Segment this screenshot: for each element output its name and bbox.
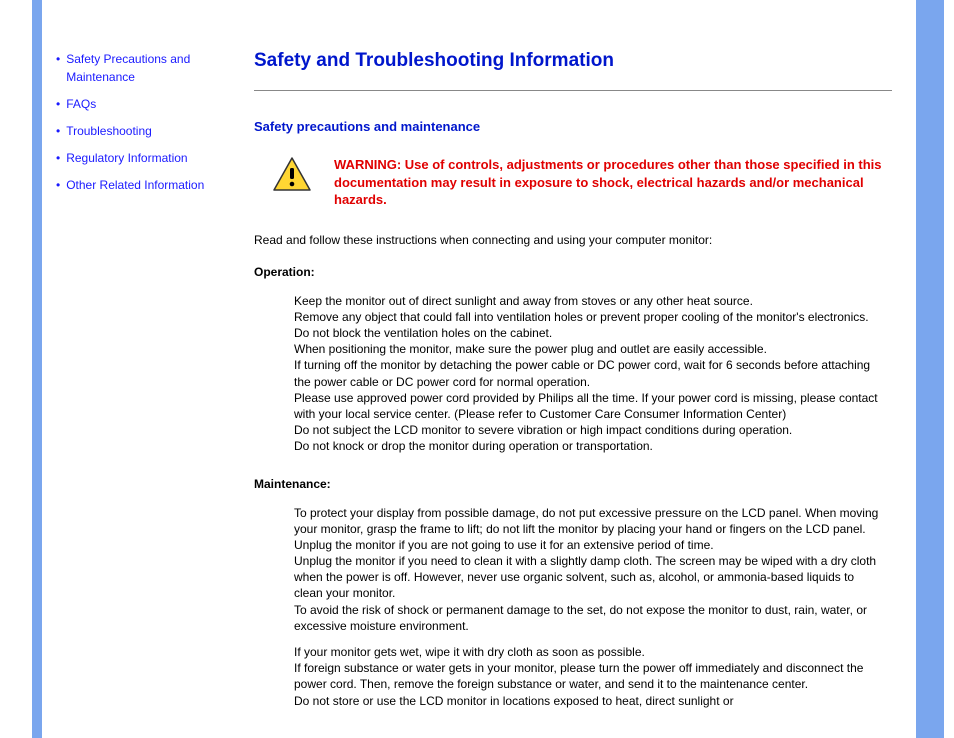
op-line: Keep the monitor out of direct sunlight … <box>294 293 882 309</box>
bullet-icon: • <box>56 50 60 68</box>
maintenance-heading: Maintenance: <box>254 477 892 491</box>
mt-line: If foreign substance or water gets in yo… <box>294 660 882 692</box>
nav-item-other[interactable]: • Other Related Information <box>56 176 246 194</box>
warning-text: WARNING: Use of controls, adjustments or… <box>334 156 892 209</box>
sidebar-nav: • Safety Precautions and Maintenance • F… <box>42 0 254 738</box>
op-line: Do not subject the LCD monitor to severe… <box>294 422 882 438</box>
section-heading: Safety precautions and maintenance <box>254 119 892 134</box>
mt-line: To protect your display from possible da… <box>294 505 882 537</box>
page-title: Safety and Troubleshooting Information <box>254 50 892 72</box>
bullet-icon: • <box>56 95 60 113</box>
bullet-icon: • <box>56 122 60 140</box>
op-line: When positioning the monitor, make sure … <box>294 341 882 357</box>
op-line: If turning off the monitor by detaching … <box>294 357 882 389</box>
maintenance-block-2: If your monitor gets wet, wipe it with d… <box>294 644 882 709</box>
mt-line: Unplug the monitor if you need to clean … <box>294 553 882 602</box>
nav-link[interactable]: Troubleshooting <box>66 122 152 140</box>
op-line: Remove any object that could fall into v… <box>294 309 882 325</box>
bullet-icon: • <box>56 176 60 194</box>
main-content: Safety and Troubleshooting Information S… <box>254 0 912 738</box>
bullet-icon: • <box>56 149 60 167</box>
nav-item-faqs[interactable]: • FAQs <box>56 95 246 113</box>
nav-item-troubleshooting[interactable]: • Troubleshooting <box>56 122 246 140</box>
operation-block: Keep the monitor out of direct sunlight … <box>294 293 882 455</box>
op-line: Do not knock or drop the monitor during … <box>294 438 882 454</box>
operation-heading: Operation: <box>254 265 892 279</box>
maintenance-block: To protect your display from possible da… <box>294 505 882 635</box>
nav-link[interactable]: FAQs <box>66 95 96 113</box>
mt-line: Do not store or use the LCD monitor in l… <box>294 693 882 709</box>
warning-icon <box>272 156 312 195</box>
intro-text: Read and follow these instructions when … <box>254 231 892 249</box>
mt-line: If your monitor gets wet, wipe it with d… <box>294 644 882 660</box>
nav-item-regulatory[interactable]: • Regulatory Information <box>56 149 246 167</box>
op-line: Please use approved power cord provided … <box>294 390 882 422</box>
nav-link[interactable]: Other Related Information <box>66 176 204 194</box>
decor-bar-left <box>32 0 42 738</box>
nav-link[interactable]: Safety Precautions and Maintenance <box>66 50 246 86</box>
op-line: Do not block the ventilation holes on th… <box>294 325 882 341</box>
nav-item-safety[interactable]: • Safety Precautions and Maintenance <box>56 50 246 86</box>
decor-bar-right <box>916 0 944 738</box>
mt-line: Unplug the monitor if you are not going … <box>294 537 882 553</box>
mt-line: To avoid the risk of shock or permanent … <box>294 602 882 634</box>
warning-box: WARNING: Use of controls, adjustments or… <box>272 156 892 209</box>
divider <box>254 90 892 91</box>
nav-link[interactable]: Regulatory Information <box>66 149 187 167</box>
